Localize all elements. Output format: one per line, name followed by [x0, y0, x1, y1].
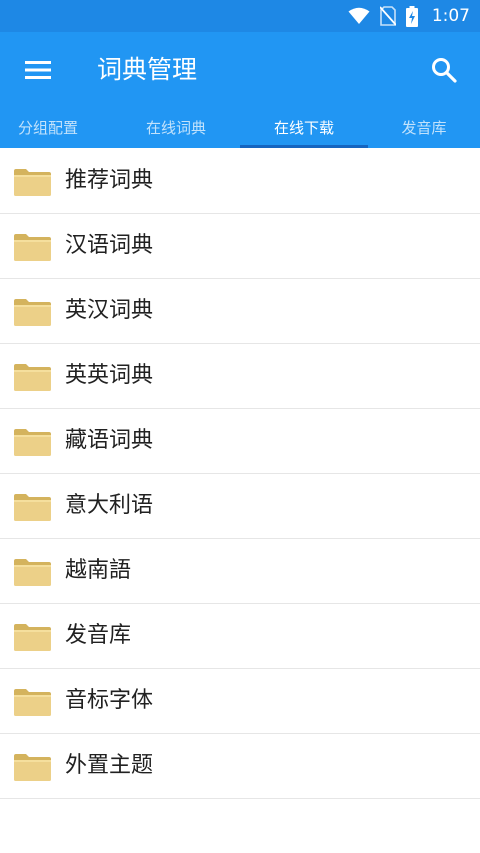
battery-charging-icon	[405, 5, 418, 27]
status-bar: 1:07	[0, 0, 480, 32]
folder-icon	[14, 364, 51, 391]
folder-icon	[14, 754, 51, 781]
menu-button[interactable]	[18, 50, 58, 90]
list-item-label: 藏语词典	[65, 428, 154, 453]
tab-bar: 分组配置 在线词典 在线下载 发音库	[0, 108, 480, 148]
tab-pronunciation-library[interactable]: 发音库	[368, 108, 480, 148]
menu-icon	[25, 61, 51, 79]
list-item-chinese[interactable]: 汉语词典	[0, 214, 480, 279]
tab-online-download[interactable]: 在线下载	[240, 108, 368, 148]
tab-indicator	[240, 145, 368, 148]
folder-icon	[14, 689, 51, 716]
list-item-english-english[interactable]: 英英词典	[0, 344, 480, 409]
folder-icon	[14, 624, 51, 651]
folder-icon	[14, 234, 51, 261]
list-item-english-chinese[interactable]: 英汉词典	[0, 279, 480, 344]
app-bar: 词典管理	[0, 32, 480, 108]
list-item-label: 意大利语	[65, 493, 154, 518]
status-icons: 1:07	[348, 0, 470, 32]
folder-icon	[14, 494, 51, 521]
search-button[interactable]	[424, 50, 464, 90]
no-sim-icon	[379, 6, 396, 26]
folder-icon	[14, 429, 51, 456]
search-icon	[432, 58, 457, 83]
folder-icon	[14, 169, 51, 196]
tab-online-dictionary[interactable]: 在线词典	[112, 108, 240, 148]
list-item-label: 外置主题	[65, 753, 154, 778]
list-item-label: 音标字体	[65, 688, 154, 713]
list-item-label: 英英词典	[65, 363, 154, 388]
list-item-label: 英汉词典	[65, 298, 154, 323]
list-item-phonetic-fonts[interactable]: 音标字体	[0, 669, 480, 734]
list-item-label: 推荐词典	[65, 168, 154, 193]
list-item-label: 越南語	[65, 558, 132, 583]
list-item-pronunciation-library[interactable]: 发音库	[0, 604, 480, 669]
folder-icon	[14, 299, 51, 326]
list-item-italian[interactable]: 意大利语	[0, 474, 480, 539]
page-title: 词典管理	[97, 55, 198, 84]
tab-group-config[interactable]: 分组配置	[0, 108, 96, 148]
download-category-list: 推荐词典 汉语词典 英汉词典 英英词典 藏语词典 意大利语 越南語 发音库 音标…	[0, 149, 480, 799]
list-item-recommended[interactable]: 推荐词典	[0, 149, 480, 214]
folder-icon	[14, 559, 51, 586]
list-item-label: 汉语词典	[65, 233, 154, 258]
status-time: 1:07	[431, 6, 470, 26]
wifi-icon	[348, 7, 370, 24]
list-item-label: 发音库	[65, 623, 132, 648]
list-item-vietnamese[interactable]: 越南語	[0, 539, 480, 604]
list-item-external-themes[interactable]: 外置主题	[0, 734, 480, 799]
list-item-tibetan[interactable]: 藏语词典	[0, 409, 480, 474]
